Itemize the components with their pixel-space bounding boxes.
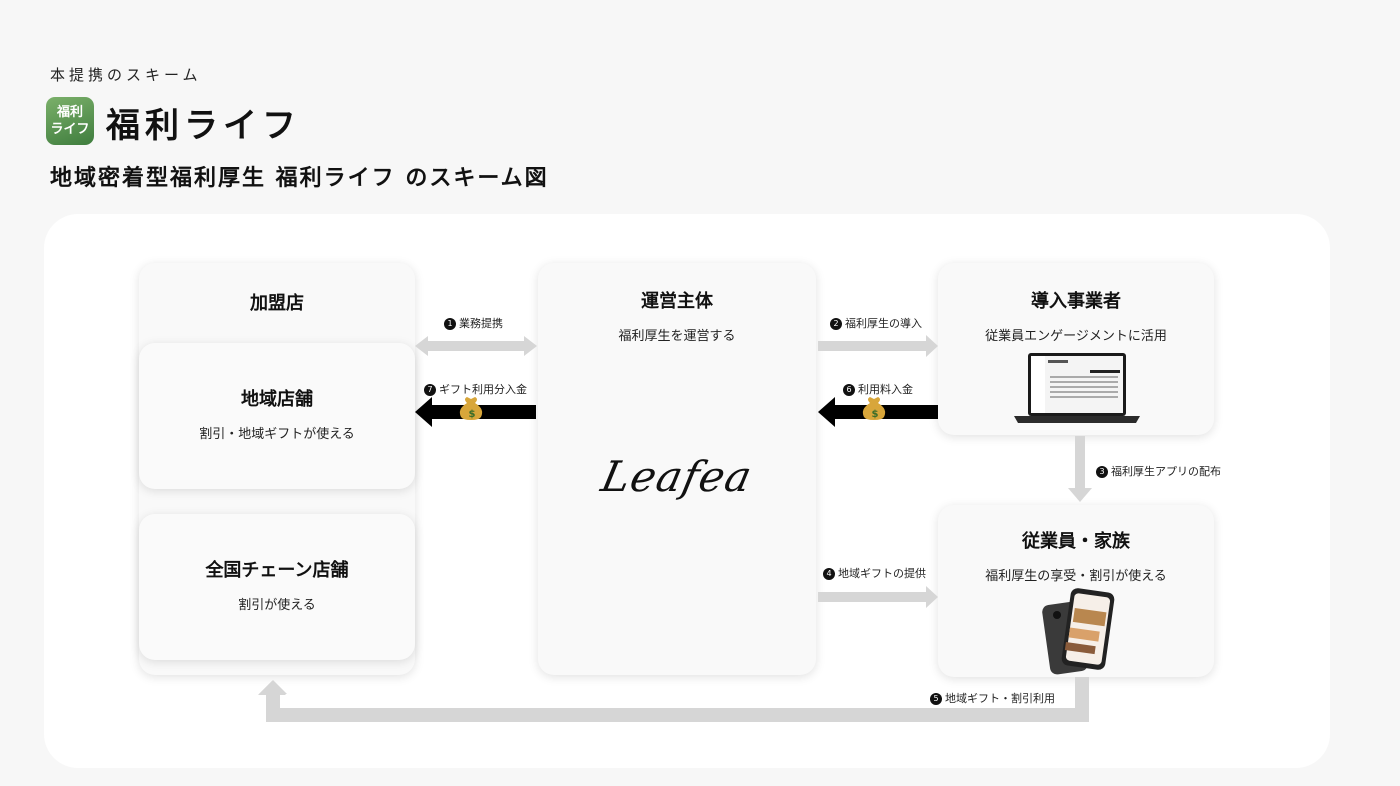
laptop-icon: [1014, 353, 1140, 423]
arrow-1-business-alliance: [415, 336, 537, 356]
diagram-arrows: $ $: [258, 335, 1140, 722]
arrow-label-2: 2 福利厚生の導入: [830, 315, 922, 331]
arrow-2-introduction: [818, 335, 938, 357]
money-bag-icon: $: [862, 397, 886, 420]
smartphone-icon: [1042, 588, 1115, 675]
svg-text:$: $: [872, 409, 879, 420]
arrow-label-7: 7 ギフト利用分入金: [424, 381, 527, 397]
arrow-label-6: 6 利用料入金: [843, 381, 913, 397]
arrow-label-3: 3 福利厚生アプリの配布: [1096, 463, 1221, 479]
arrow-label-5: 5 地域ギフト・割引利用: [930, 690, 1055, 706]
money-bag-icon: $: [459, 397, 483, 420]
svg-text:$: $: [469, 409, 476, 420]
arrow-3-app-distribution: [1068, 436, 1092, 502]
arrow-label-4: 4 地域ギフトの提供: [823, 565, 926, 581]
arrow-4-gift-provision: [818, 586, 938, 608]
arrow-label-1: 1 業務提携: [444, 315, 503, 331]
